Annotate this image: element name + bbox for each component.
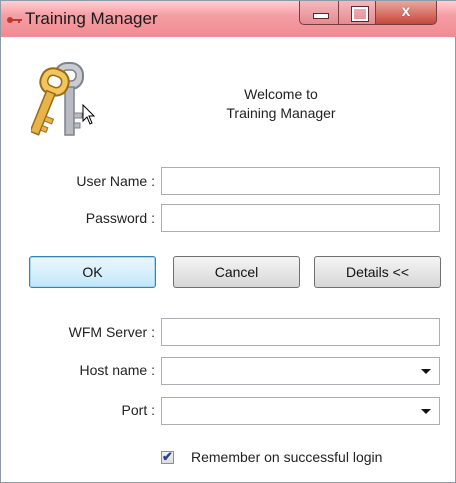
minimize-button[interactable] (299, 1, 339, 25)
title-bar[interactable]: Training Manager x (1, 1, 456, 37)
welcome-message: Welcome to Training Manager (211, 85, 351, 123)
username-label: User Name : (76, 173, 155, 189)
password-label: Password : (85, 210, 155, 226)
close-icon: x (401, 3, 411, 20)
wfm-server-field[interactable] (161, 318, 440, 346)
login-dialog: Training Manager x Welcome to Training M… (0, 0, 456, 483)
maximize-icon (351, 6, 369, 22)
minimize-icon (313, 13, 329, 19)
remember-label[interactable]: Remember on successful login (191, 449, 382, 465)
chevron-down-icon[interactable] (421, 369, 431, 374)
remember-checkbox[interactable]: ✔ (161, 449, 174, 464)
wfm-server-label: WFM Server : (68, 324, 155, 340)
host-name-dropdown[interactable] (161, 357, 440, 385)
close-button[interactable]: x (375, 1, 437, 25)
maximize-button[interactable] (338, 1, 376, 25)
port-label: Port : (121, 402, 155, 418)
keys-icon (31, 62, 96, 136)
checkmark-icon: ✔ (162, 449, 173, 464)
details-button[interactable]: Details << (314, 256, 441, 288)
password-field[interactable] (161, 204, 440, 232)
welcome-line-2: Training Manager (226, 105, 336, 121)
host-name-label: Host name : (79, 362, 155, 378)
ok-button[interactable]: OK (29, 256, 156, 288)
welcome-line-1: Welcome to (244, 86, 318, 102)
window-title: Training Manager (25, 9, 158, 28)
app-icon (7, 17, 22, 23)
cancel-button[interactable]: Cancel (173, 256, 300, 288)
chevron-down-icon[interactable] (421, 409, 431, 414)
username-field[interactable] (161, 167, 440, 195)
port-dropdown[interactable] (161, 397, 440, 425)
